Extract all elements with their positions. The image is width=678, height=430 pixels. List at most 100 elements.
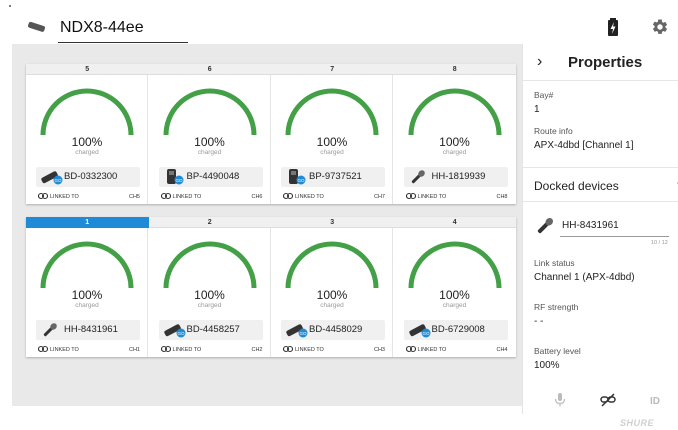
charge-status: charged (320, 149, 344, 156)
properties-panel: › Properties Bay# 1 Route info APX-4dbd … (522, 44, 678, 414)
bay-card[interactable]: 100% charged HH-8431961 LINKED TO CH1 (26, 228, 148, 357)
charge-percent: 100% (439, 288, 470, 302)
device-chip[interactable]: HH-1819939 (403, 167, 508, 187)
chevron-right-icon[interactable]: › (537, 53, 542, 71)
link-icon (283, 345, 293, 353)
charge-percent: 100% (194, 135, 225, 149)
device-chip[interactable]: GO BD-4458257 (158, 320, 263, 340)
bay-number[interactable]: 8 (393, 64, 516, 75)
link-info: LINKED TO CH2 (160, 345, 265, 355)
bay-number[interactable]: 7 (271, 64, 394, 75)
charge-percent: 100% (316, 135, 348, 149)
bay-number[interactable]: 4 (393, 217, 516, 228)
device-name: BD-4458257 (186, 324, 240, 335)
linked-to-label: LINKED TO (50, 347, 79, 353)
rf-strength-label: RF strength (534, 302, 579, 312)
charge-status: charged (197, 149, 222, 156)
microphone-icon[interactable] (554, 393, 566, 407)
link-icon (38, 192, 48, 200)
bay-group-top: 5 100% charged GO BD-0332300 LINKED TO CH5 6 100… (26, 64, 516, 204)
bay-card[interactable]: 100% charged GO BD-4458257 LINKED TO CH2 (149, 228, 271, 357)
charge-status: charged (320, 302, 344, 309)
bay-number[interactable]: 2 (148, 217, 271, 228)
bay-card[interactable]: 100% charged GO BP-9737521 LINKED TO CH7 (271, 75, 393, 204)
bodypack-icon: GO (283, 321, 309, 344)
linked-to-label: LINKED TO (172, 194, 202, 200)
divider (523, 167, 678, 168)
channel-label: CH6 (251, 194, 263, 200)
battery-level-label: Battery level (534, 346, 581, 356)
properties-title: Properties (568, 54, 643, 71)
charge-gauge (285, 241, 379, 289)
device-chip[interactable]: GO BD-4458029 (281, 320, 385, 340)
channel-label: CH4 (496, 347, 508, 353)
handheld-mic-icon (38, 321, 64, 344)
window-dot (9, 5, 11, 7)
docked-device-name-field[interactable]: HH-8431961 (560, 216, 669, 237)
boundary-icon: GO (161, 168, 187, 191)
charge-status: charged (197, 302, 222, 309)
char-counter: 10 / 12 (651, 240, 668, 246)
link-icon (160, 192, 171, 200)
bay-card[interactable]: 100% charged GO BP-4490048 LINKED TO CH6 (149, 75, 271, 204)
device-name: BD-4458029 (309, 324, 363, 335)
svg-text:GO: GO (297, 178, 305, 183)
charge-status: charged (75, 302, 99, 309)
bay-number[interactable]: 5 (26, 64, 149, 75)
link-status-value: Channel 1 (APX-4dbd) (534, 272, 635, 283)
shure-logo: SHURE (620, 418, 655, 428)
bay-card[interactable]: 100% charged GO BD-0332300 LINKED TO CH5 (26, 75, 148, 204)
battery-charging-icon[interactable] (607, 18, 619, 36)
handheld-mic-icon (406, 168, 432, 191)
link-icon (405, 192, 416, 200)
bay-number[interactable]: 6 (148, 64, 271, 75)
charge-percent: 100% (316, 288, 348, 302)
device-chip[interactable]: GO BP-4490048 (158, 167, 263, 187)
charge-gauge (408, 88, 501, 136)
linked-to-label: LINKED TO (50, 194, 79, 200)
bay-card[interactable]: 100% charged HH-1819939 LINKED TO CH8 (394, 75, 516, 204)
charge-status: charged (442, 302, 467, 309)
device-name: BD-0332300 (64, 171, 118, 182)
device-chip[interactable]: HH-8431961 (36, 320, 140, 340)
link-info: LINKED TO CH8 (405, 192, 510, 202)
link-info: LINKED TO CH3 (283, 345, 387, 355)
device-chip[interactable]: GO BP-9737521 (281, 167, 385, 187)
link-icon (283, 192, 293, 200)
divider (523, 201, 678, 202)
charge-gauge (40, 241, 134, 289)
channel-label: CH3 (373, 347, 385, 353)
charge-percent: 100% (71, 288, 103, 302)
bay-number[interactable]: 1 (26, 217, 149, 228)
gear-icon[interactable] (651, 18, 669, 36)
channel-label: CH7 (373, 194, 385, 200)
link-icon (405, 345, 416, 353)
bodypack-icon: GO (38, 168, 64, 191)
device-chip[interactable]: GO BD-6729008 (403, 320, 508, 340)
docked-devices-title: Docked devices (534, 179, 619, 193)
rf-strength-value: - - (534, 316, 544, 327)
charge-gauge (408, 241, 501, 289)
channel-label: CH2 (251, 347, 263, 353)
bay-card[interactable]: 100% charged GO BD-6729008 LINKED TO CH4 (394, 228, 516, 357)
device-chip[interactable]: GO BD-0332300 (36, 167, 140, 187)
device-name: HH-1819939 (431, 171, 486, 182)
charge-percent: 100% (439, 135, 470, 149)
bay-number[interactable]: 3 (271, 217, 394, 228)
charge-gauge (163, 241, 256, 289)
device-name: HH-8431961 (64, 324, 118, 335)
bay-card[interactable]: 100% charged GO BD-4458029 LINKED TO CH3 (271, 228, 393, 357)
top-bar: NDX8-44ee (0, 0, 678, 44)
handheld-mic-icon (537, 217, 554, 234)
link-info: LINKED TO CH5 (38, 192, 142, 202)
link-info: LINKED TO CH7 (283, 192, 387, 202)
channel-label: CH8 (496, 194, 508, 200)
device-name-field[interactable]: NDX8-44ee (58, 14, 188, 43)
unlink-icon[interactable] (600, 393, 616, 407)
linked-to-label: LINKED TO (295, 194, 324, 200)
bodypack-icon: GO (161, 321, 187, 344)
identify-button[interactable]: ID (650, 396, 660, 407)
route-info-label: Route info (534, 126, 573, 136)
linked-to-label: LINKED TO (172, 347, 202, 353)
charge-percent: 100% (71, 135, 103, 149)
